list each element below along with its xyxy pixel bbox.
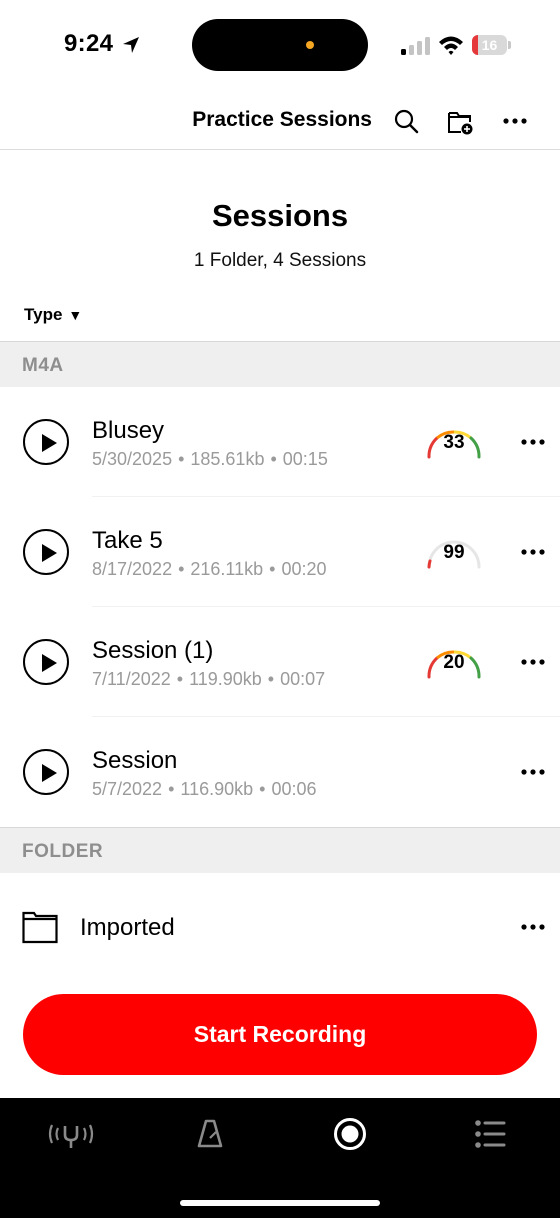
sort-arrow-icon: ▼ (68, 307, 83, 323)
sort-type-button[interactable]: Type ▼ (24, 305, 82, 325)
tuner-icon (48, 1124, 94, 1148)
tab-metronome[interactable] (180, 1112, 240, 1156)
meta-separator: • (270, 449, 277, 469)
section-header-m4a: M4A (0, 341, 560, 387)
tab-tuner[interactable] (41, 1112, 101, 1156)
session-duration: 00:06 (271, 779, 317, 799)
new-folder-icon (448, 112, 473, 135)
score-value: 20 (443, 652, 465, 673)
start-recording-button[interactable]: Start Recording (23, 994, 537, 1075)
nav-title: Practice Sessions (192, 108, 372, 131)
section-label: FOLDER (22, 841, 104, 862)
session-row[interactable]: Session (1) 7/11/2022 • 119.90kb • 00:07 20 (0, 607, 560, 717)
more-icon (503, 118, 527, 124)
session-meta: 7/11/2022 • 119.90kb • 00:07 (92, 669, 325, 690)
session-size: 185.61kb (190, 449, 265, 469)
session-meta: 5/7/2022 • 116.90kb • 00:06 (92, 779, 316, 800)
status-bar: 9:24 16 (0, 0, 560, 92)
session-duration: 00:20 (281, 559, 327, 579)
score-gauge: 33 (424, 421, 484, 461)
battery-body: 16 (472, 35, 507, 55)
session-meta: 5/30/2025 • 185.61kb • 00:15 (92, 449, 328, 470)
play-button[interactable] (23, 749, 69, 795)
sort-label: Type (24, 305, 63, 324)
session-title: Session (92, 747, 178, 774)
play-button[interactable] (23, 639, 69, 685)
row-more-button[interactable] (518, 427, 548, 457)
session-row[interactable]: Take 5 8/17/2022 • 216.11kb • 00:20 99 (0, 497, 560, 607)
wifi-icon (439, 36, 463, 55)
more-button[interactable] (498, 104, 532, 138)
session-title: Session (1) (92, 637, 214, 664)
meta-separator: • (178, 449, 185, 469)
more-icon (521, 769, 545, 775)
folder-name: Imported (80, 914, 175, 941)
session-title: Blusey (92, 417, 165, 444)
section-header-folder: FOLDER (0, 827, 560, 873)
session-date: 5/7/2022 (92, 779, 163, 799)
session-size: 216.11kb (190, 559, 264, 579)
privacy-indicator-dot (306, 41, 314, 49)
navigation-bar: Practice Sessions (0, 92, 560, 150)
session-title: Take 5 (92, 527, 163, 554)
more-icon (521, 439, 545, 445)
score-gauge: 99 (424, 531, 484, 571)
battery-level: 16 (481, 37, 498, 53)
session-size: 116.90kb (180, 779, 254, 799)
record-icon (334, 1118, 366, 1150)
folder-more-button[interactable] (518, 912, 548, 942)
meta-separator: • (168, 779, 175, 799)
meta-separator: • (269, 559, 276, 579)
folder-row[interactable]: Imported (0, 872, 560, 982)
status-time: 9:24 (64, 30, 114, 57)
session-date: 5/30/2025 (92, 449, 173, 469)
score-value: 33 (443, 432, 465, 453)
score-gauge: 20 (424, 641, 484, 681)
page-title: Sessions (211, 198, 349, 233)
tab-bar (0, 1098, 560, 1218)
session-size: 119.90kb (189, 669, 262, 689)
row-more-button[interactable] (518, 647, 548, 677)
location-arrow-icon (123, 37, 139, 53)
play-button[interactable] (23, 419, 69, 465)
play-button[interactable] (23, 529, 69, 575)
page-subtitle: 1 Folder, 4 Sessions (193, 250, 367, 271)
dynamic-island (192, 19, 368, 71)
meta-separator: • (176, 669, 184, 689)
score-value: 99 (443, 542, 465, 563)
session-row[interactable]: Session 5/7/2022 • 116.90kb • 00:06 (0, 717, 560, 827)
search-icon (394, 109, 419, 134)
cellular-signal-icon (401, 37, 430, 55)
list-icon (475, 1120, 506, 1148)
section-label: M4A (22, 355, 64, 376)
meta-separator: • (259, 779, 266, 799)
play-icon (42, 544, 57, 562)
tab-sessions-list[interactable] (460, 1112, 520, 1156)
folder-icon (22, 911, 58, 944)
metronome-icon (197, 1119, 223, 1148)
play-icon (42, 654, 57, 672)
search-button[interactable] (389, 104, 423, 138)
row-more-button[interactable] (518, 757, 548, 787)
battery-icon: 16 (472, 35, 512, 55)
more-icon (521, 659, 545, 665)
session-date: 7/11/2022 (92, 669, 171, 689)
session-duration: 00:15 (282, 449, 328, 469)
play-icon (42, 434, 57, 452)
more-icon (521, 549, 545, 555)
session-row[interactable]: Blusey 5/30/2025 • 185.61kb • 00:15 33 (0, 387, 560, 497)
play-icon (42, 764, 57, 782)
new-folder-button[interactable] (443, 104, 477, 138)
row-more-button[interactable] (518, 537, 548, 567)
more-icon (521, 924, 545, 930)
meta-separator: • (267, 669, 275, 689)
session-duration: 00:07 (280, 669, 326, 689)
tab-record[interactable] (320, 1112, 380, 1156)
session-meta: 8/17/2022 • 216.11kb • 00:20 (92, 559, 326, 580)
battery-nub (508, 41, 511, 49)
meta-separator: • (178, 559, 185, 579)
session-date: 8/17/2022 (92, 559, 173, 579)
home-indicator (180, 1200, 380, 1206)
